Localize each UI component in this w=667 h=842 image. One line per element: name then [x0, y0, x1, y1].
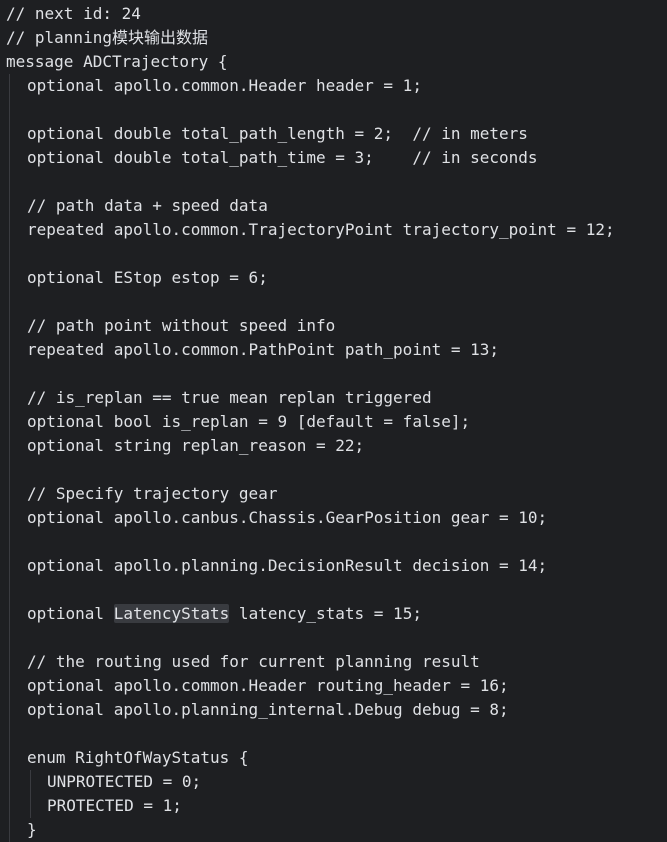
- code-line: optional apollo.planning_internal.Debug …: [0, 698, 667, 722]
- code-line: repeated apollo.common.TrajectoryPoint t…: [0, 218, 667, 242]
- indent-guide: [9, 794, 10, 818]
- code-line: // is_replan == true mean replan trigger…: [0, 386, 667, 410]
- code-text: latency_stats = 15;: [229, 604, 422, 623]
- code-line: UNPROTECTED = 0;: [0, 770, 667, 794]
- indent-guide: [9, 482, 10, 506]
- code-line: [0, 530, 667, 554]
- code-line: optional apollo.common.Header header = 1…: [0, 74, 667, 98]
- indent-guide: [9, 770, 10, 794]
- code-text: optional apollo.canbus.Chassis.GearPosit…: [27, 508, 548, 527]
- code-line: optional apollo.planning.DecisionResult …: [0, 554, 667, 578]
- indent-guide: [9, 242, 10, 266]
- code-text: UNPROTECTED = 0;: [47, 772, 202, 791]
- code-text: PROTECTED = 1;: [47, 796, 182, 815]
- code-line: optional double total_path_length = 2; /…: [0, 122, 667, 146]
- code-text: optional double total_path_length = 2; /…: [27, 124, 528, 143]
- code-line: enum RightOfWayStatus {: [0, 746, 667, 770]
- code-text: // path point without speed info: [27, 316, 336, 335]
- indent-guide: [9, 194, 10, 218]
- code-text: // path data + speed data: [27, 196, 268, 215]
- indent-guide: [9, 818, 10, 842]
- code-text: // is_replan == true mean replan trigger…: [27, 388, 432, 407]
- code-line: [0, 98, 667, 122]
- code-line: optional string replan_reason = 22;: [0, 434, 667, 458]
- indent-guide: [9, 602, 10, 626]
- code-line: [0, 722, 667, 746]
- code-text: optional string replan_reason = 22;: [27, 436, 365, 455]
- code-line: optional apollo.common.Header routing_he…: [0, 674, 667, 698]
- indent-guide: [9, 218, 10, 242]
- code-line: // path data + speed data: [0, 194, 667, 218]
- indent-guide: [9, 386, 10, 410]
- code-line: repeated apollo.common.PathPoint path_po…: [0, 338, 667, 362]
- code-line: [0, 170, 667, 194]
- indent-guide: [9, 578, 10, 602]
- indent-guide: [30, 794, 31, 818]
- code-text: optional apollo.common.Header header = 1…: [27, 76, 422, 95]
- code-text: optional apollo.planning_internal.Debug …: [27, 700, 509, 719]
- code-text: }: [27, 820, 37, 839]
- code-text: enum RightOfWayStatus {: [27, 748, 249, 767]
- indent-guide: [9, 458, 10, 482]
- code-text: optional double total_path_time = 3; // …: [27, 148, 538, 167]
- code-line: optional double total_path_time = 3; // …: [0, 146, 667, 170]
- code-line: [0, 626, 667, 650]
- code-text: repeated apollo.common.PathPoint path_po…: [27, 340, 500, 359]
- code-line: PROTECTED = 1;: [0, 794, 667, 818]
- code-line: // the routing used for current planning…: [0, 650, 667, 674]
- code-line: optional bool is_replan = 9 [default = f…: [0, 410, 667, 434]
- indent-guide: [9, 698, 10, 722]
- code-text: // Specify trajectory gear: [27, 484, 278, 503]
- indent-guide: [9, 650, 10, 674]
- code-line: [0, 458, 667, 482]
- code-line: [0, 362, 667, 386]
- code-line: message ADCTrajectory {: [6, 52, 228, 71]
- indent-guide: [30, 770, 31, 794]
- indent-guide: [9, 674, 10, 698]
- indent-guide: [9, 746, 10, 770]
- code-line: [0, 290, 667, 314]
- indent-guide: [9, 266, 10, 290]
- indent-guide: [9, 626, 10, 650]
- indent-guide: [9, 506, 10, 530]
- indent-guide: [9, 410, 10, 434]
- indent-guide: [9, 122, 10, 146]
- code-editor[interactable]: // next id: 24 // planning模块输出数据 message…: [0, 0, 667, 842]
- indent-guide: [9, 554, 10, 578]
- code-text: optional: [27, 604, 114, 623]
- code-line: optional apollo.canbus.Chassis.GearPosit…: [0, 506, 667, 530]
- indent-guide: [9, 146, 10, 170]
- code-text: // the routing used for current planning…: [27, 652, 480, 671]
- indent-guide: [9, 74, 10, 98]
- indent-guide: [9, 170, 10, 194]
- code-text: repeated apollo.common.TrajectoryPoint t…: [27, 220, 615, 239]
- indent-guide: [9, 434, 10, 458]
- code-line: optional LatencyStats latency_stats = 15…: [0, 602, 667, 626]
- highlighted-symbol[interactable]: LatencyStats: [113, 604, 230, 623]
- indent-guide: [9, 530, 10, 554]
- code-line: // path point without speed info: [0, 314, 667, 338]
- indent-guide: [9, 98, 10, 122]
- code-text: optional apollo.common.Header routing_he…: [27, 676, 509, 695]
- indent-guide: [9, 362, 10, 386]
- code-text: optional EStop estop = 6;: [27, 268, 268, 287]
- code-line: }: [0, 818, 667, 842]
- indent-guide: [9, 290, 10, 314]
- indent-guide: [9, 314, 10, 338]
- code-text: optional apollo.planning.DecisionResult …: [27, 556, 548, 575]
- code-line: [0, 578, 667, 602]
- code-line: // Specify trajectory gear: [0, 482, 667, 506]
- indent-guide: [9, 722, 10, 746]
- indent-guide: [9, 338, 10, 362]
- code-line: [0, 242, 667, 266]
- code-line: // next id: 24: [6, 4, 141, 23]
- code-line: optional EStop estop = 6;: [0, 266, 667, 290]
- code-text: optional bool is_replan = 9 [default = f…: [27, 412, 471, 431]
- code-line: // planning模块输出数据: [6, 28, 208, 47]
